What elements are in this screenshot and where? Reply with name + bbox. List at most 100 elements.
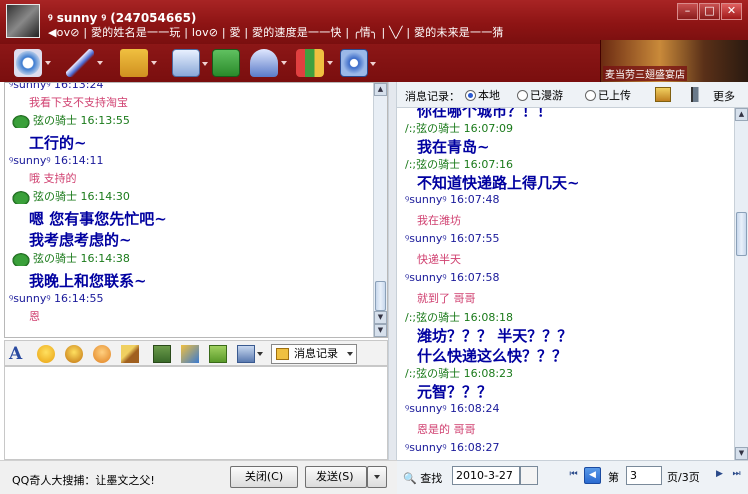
message-header-other: ꝰsunnyꝰ 16:07:55	[405, 232, 500, 245]
ad-banner[interactable]: 麦当劳三翅盛宴店	[600, 40, 748, 82]
title-bar: ꝰ sunny ꝰ (247054665) ◀ov⊘ | 愛的姓名是一一玩 | …	[0, 0, 748, 44]
message-header-me: /:;弦の骑士 16:07:09	[405, 122, 514, 135]
message-text-other: 我看下支不支持淘宝	[29, 96, 128, 109]
chat-display[interactable]: ꝰsunnyꝰ 16:13:24 我看下支不支持淘宝 弦の骑士 16:13:55 工行…	[4, 82, 388, 338]
message-text-other: 恩是的 哥哥	[417, 423, 476, 436]
message-record-icon	[276, 348, 289, 360]
font-icon[interactable]: A	[9, 345, 27, 363]
message-text-other: 恩	[29, 310, 40, 323]
history-search-button[interactable]: 🔍 查找	[403, 470, 442, 486]
message-header-other: ꝰsunnyꝰ 16:07:58	[405, 271, 500, 284]
window-controls: – □ ✕	[677, 3, 742, 20]
message-text-me: 嗯 您有事您先忙吧~	[29, 210, 167, 228]
video-call-icon[interactable]	[14, 49, 51, 77]
music-icon[interactable]	[181, 345, 199, 363]
scroll-end-button[interactable]: ▼	[374, 324, 387, 337]
chat-toolbar	[0, 44, 600, 82]
history-display[interactable]: 你在哪个城市？！！/:;弦の骑士 16:07:09 我在青岛~/:;弦の骑士 16…	[397, 108, 748, 460]
search-icon: 🔍	[403, 472, 417, 485]
message-header-me: 弦の骑士 16:14:38	[11, 250, 130, 266]
radio-local-label: 本地	[478, 89, 500, 102]
voice-message-icon[interactable]	[121, 345, 139, 363]
scroll-thumb[interactable]	[736, 212, 747, 256]
close-window-button[interactable]: ✕	[721, 3, 742, 20]
message-record-button[interactable]: 消息记录	[271, 344, 357, 364]
create-group-icon[interactable]	[212, 49, 240, 77]
scroll-up-button[interactable]: ▲	[735, 108, 748, 121]
message-header-text: 弦の骑士 16:14:30	[33, 190, 130, 203]
message-header-text: 弦の骑士 16:14:38	[33, 252, 130, 265]
voice-call-icon[interactable]	[66, 49, 103, 77]
radio-uploaded[interactable]: 已上传	[585, 87, 631, 103]
first-page-button[interactable]: ⏮	[565, 467, 582, 484]
games-icon[interactable]	[296, 49, 333, 77]
history-header: 消息记录： 本地 已漫游 已上传 更多	[397, 82, 748, 108]
search-label: 查找	[420, 472, 443, 485]
apps-icon[interactable]	[250, 49, 287, 77]
message-header-other: ꝰsunnyꝰ 16:14:11	[9, 154, 104, 167]
turtle-avatar-icon	[11, 252, 31, 266]
message-header-other: ꝰsunnyꝰ 16:13:24	[9, 82, 104, 91]
screenshot-icon[interactable]	[237, 345, 255, 363]
prev-page-button[interactable]: ◀	[584, 467, 601, 484]
screenshot-dropdown-icon[interactable]	[257, 345, 265, 363]
send-image-icon[interactable]	[153, 345, 171, 363]
message-text-me: 我晚上和您联系~	[29, 272, 147, 290]
history-footer: 🔍 查找 2010-3-27 ⏮ ◀ 第 3 页/3页 ▶ ⏭	[397, 460, 748, 494]
date-field[interactable]: 2010-3-27	[452, 466, 520, 485]
scroll-down-button[interactable]: ▼	[374, 311, 387, 324]
maximize-button[interactable]: □	[699, 3, 720, 20]
message-text-me: 我在青岛~	[417, 138, 490, 156]
radio-roaming[interactable]: 已漫游	[517, 87, 563, 103]
scroll-up-button[interactable]: ▲	[374, 83, 387, 96]
message-header-other: ꝰsunnyꝰ 16:08:27	[405, 441, 500, 454]
minimize-button[interactable]: –	[677, 3, 698, 20]
avatar[interactable]	[6, 4, 40, 38]
chat-scrollbar[interactable]: ▲ ▼ ▼	[373, 83, 387, 337]
search-promo-link[interactable]: QQ奇人大搜捕：让墨文之父!	[12, 472, 155, 488]
message-text-me: 我考虑考虑的~	[29, 231, 132, 249]
export-history-icon[interactable]	[655, 87, 671, 102]
message-header-other: ꝰsunnyꝰ 16:07:48	[405, 193, 500, 206]
close-button[interactable]: 关闭(C)	[230, 466, 298, 488]
history-label: 消息记录：	[405, 90, 460, 103]
message-text-other: 快递半天	[417, 253, 461, 266]
last-page-button[interactable]: ⏭	[728, 467, 745, 484]
ad-banner-text: 麦当劳三翅盛宴店	[603, 66, 687, 81]
calendar-icon[interactable]	[520, 466, 538, 485]
history-messages: 你在哪个城市？！！/:;弦の骑士 16:07:09 我在青岛~/:;弦の骑士 16…	[397, 108, 734, 460]
settings-icon[interactable]	[340, 49, 376, 77]
page-input[interactable]: 3	[626, 466, 662, 485]
message-text-other: 就到了 哥哥	[417, 292, 476, 305]
gift-icon[interactable]	[209, 345, 227, 363]
message-record-label: 消息记录	[294, 347, 338, 360]
chat-messages: ꝰsunnyꝰ 16:13:24 我看下支不支持淘宝 弦の骑士 16:13:55 工行…	[5, 83, 373, 337]
scroll-down-button[interactable]: ▼	[735, 447, 748, 460]
radio-roaming-label: 已漫游	[530, 89, 563, 102]
radio-local[interactable]: 本地	[465, 87, 500, 103]
message-header-text: 弦の骑士 16:13:55	[33, 114, 130, 127]
send-options-button[interactable]	[367, 466, 387, 488]
panel-splitter[interactable]	[388, 82, 397, 460]
message-header-other: ꝰsunnyꝰ 16:14:55	[9, 292, 104, 305]
turtle-avatar-icon	[11, 190, 31, 204]
chevron-down-icon	[347, 352, 353, 356]
magic-emoji-icon[interactable]	[65, 345, 83, 363]
message-text-other: 哦 支持的	[29, 172, 77, 185]
message-text-me: 元智？？？	[417, 383, 493, 401]
speaker-icon[interactable]	[691, 87, 707, 102]
send-email-icon[interactable]	[172, 49, 208, 77]
emoji-icon[interactable]	[37, 345, 55, 363]
scroll-thumb[interactable]	[375, 281, 386, 311]
shake-window-icon[interactable]	[93, 345, 111, 363]
more-button[interactable]: 更多	[713, 88, 735, 104]
history-scrollbar[interactable]: ▲ ▼	[734, 108, 748, 460]
send-button[interactable]: 发送(S)	[305, 466, 367, 488]
send-file-icon[interactable]	[120, 49, 157, 77]
radio-uploaded-label: 已上传	[598, 89, 631, 102]
next-page-button[interactable]: ▶	[711, 467, 728, 484]
message-input[interactable]	[4, 366, 388, 460]
turtle-avatar-icon	[11, 114, 31, 128]
chevron-down-icon	[374, 475, 380, 479]
radio-icon	[517, 90, 528, 101]
